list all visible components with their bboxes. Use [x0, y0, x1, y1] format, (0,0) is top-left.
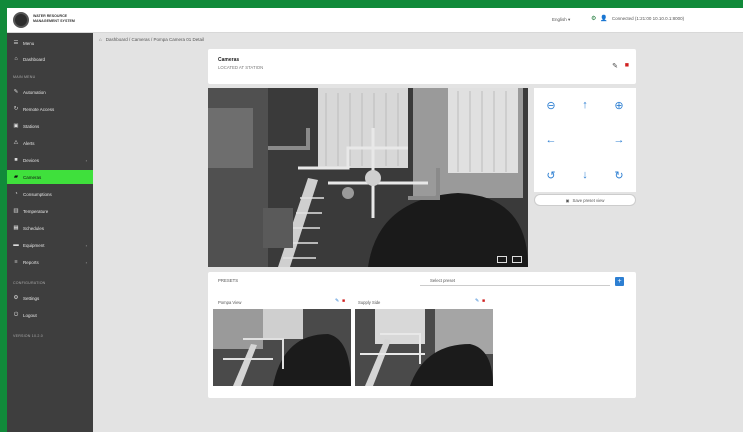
- presets-card: PRESETS Select preset + Pompa View ✎ ■ S…: [208, 272, 636, 398]
- sidebar-item-devices[interactable]: ■ Devices ›: [7, 153, 93, 167]
- preset-thumbnail-image: [355, 309, 493, 386]
- ptz-control-pad: ⊖ ↑ ⊕ ← → ↺ ↓ ↻: [534, 88, 636, 192]
- edit-icon[interactable]: ✎: [475, 298, 479, 304]
- connection-status: Connected (1:21:00 10.10.0.1:8000): [611, 16, 685, 21]
- gear-icon: ⚙: [13, 295, 19, 301]
- station-icon: ▣: [13, 123, 19, 129]
- rotate-left-icon[interactable]: ↺: [534, 158, 568, 192]
- report-icon: ≡: [14, 259, 18, 265]
- preset-label-2: Supply Side: [358, 300, 381, 305]
- delete-icon[interactable]: ■: [482, 298, 485, 304]
- app-window: WATER RESOURCE MANAGEMENT SYSTEM English…: [7, 8, 743, 432]
- sidebar-item-automation[interactable]: ✎ Automation: [7, 85, 93, 99]
- breadcrumb-text[interactable]: Dashboard / Cameras / Pompa Camera 01 De…: [106, 37, 204, 42]
- sidebar-item-alerts[interactable]: ⚠ Alerts: [7, 136, 93, 150]
- zoom-out-icon[interactable]: ⊖: [534, 88, 568, 122]
- camera-feed-image: [208, 88, 528, 267]
- camera-subtitle: LOCATED AT STATION: [218, 65, 264, 70]
- video-controls: [497, 256, 522, 263]
- edit-icon[interactable]: ✎: [612, 62, 618, 70]
- arrow-up-icon[interactable]: ↑: [568, 88, 602, 122]
- arrow-right-icon[interactable]: →: [602, 123, 636, 157]
- camera-icon: ▣: [565, 197, 570, 203]
- logout-icon: ⏻: [13, 311, 19, 318]
- wrench-icon: ✎: [13, 89, 19, 95]
- preset-thumbnail-image: [213, 309, 351, 386]
- preset-thumbnail-2[interactable]: [355, 309, 493, 386]
- sidebar-item-consumptions[interactable]: ◔ Consumptions: [7, 187, 93, 201]
- fullscreen-icon[interactable]: [512, 256, 522, 263]
- sidebar-section-main: MAIN MENU: [13, 75, 36, 79]
- breadcrumb: ⌂ Dashboard / Cameras / Pompa Camera 01 …: [99, 37, 204, 42]
- edit-icon[interactable]: ✎: [335, 298, 339, 304]
- equipment-icon: ▬: [13, 242, 19, 248]
- sidebar-item-cameras[interactable]: ▰ Cameras: [7, 170, 93, 184]
- save-preset-button[interactable]: ▣ Save preset view: [534, 194, 636, 206]
- bell-icon: ⚠: [13, 140, 19, 146]
- arrow-down-icon[interactable]: ↓: [568, 158, 602, 192]
- sidebar-item-menu[interactable]: ☰ Menu: [7, 36, 93, 50]
- sidebar-item-stations[interactable]: ▣ Stations: [7, 119, 93, 133]
- app-logo-text: WATER RESOURCE MANAGEMENT SYSTEM: [33, 14, 75, 23]
- arrow-left-icon[interactable]: ←: [534, 123, 568, 157]
- presets-label: PRESETS: [218, 278, 239, 283]
- device-icon: ■: [14, 157, 18, 163]
- chevron-right-icon: ›: [85, 259, 87, 265]
- language-selector[interactable]: English ▾: [552, 17, 570, 23]
- sidebar-item-schedules[interactable]: ▦ Schedules: [7, 221, 93, 235]
- home-icon: ⌂: [14, 56, 18, 62]
- gauge-icon: ◔: [14, 191, 18, 197]
- sidebar-version: VERSION 10.2.0: [13, 334, 43, 338]
- camera-live-feed[interactable]: [208, 88, 528, 267]
- chevron-right-icon: ›: [85, 157, 87, 163]
- preset-thumbnail-1[interactable]: [213, 309, 351, 386]
- logo-icon: [13, 12, 29, 28]
- top-bar: WATER RESOURCE MANAGEMENT SYSTEM English…: [7, 8, 743, 33]
- hamburger-icon: ☰: [13, 40, 19, 46]
- sidebar-section-config: CONFIGURATION: [13, 281, 46, 285]
- sidebar-item-settings[interactable]: ⚙ Settings: [7, 291, 93, 305]
- preset-select[interactable]: Select preset: [420, 278, 610, 286]
- camera-header-card: Cameras LOCATED AT STATION ✎ ■: [208, 49, 636, 84]
- chevron-right-icon: ›: [85, 242, 87, 248]
- sidebar-item-temperature[interactable]: ▥ Temperature: [7, 204, 93, 218]
- picture-in-picture-icon[interactable]: [497, 256, 507, 263]
- user-menu[interactable]: ⚙ 👤 Connected (1:21:00 10.10.0.1:8000): [591, 15, 684, 22]
- gear-icon[interactable]: ⚙: [591, 15, 596, 22]
- sidebar-item-logout[interactable]: ⏻ Logout: [7, 308, 93, 322]
- sidebar-item-equipment[interactable]: ▬ Equipment ›: [7, 238, 93, 252]
- sidebar-item-remote-access[interactable]: ↻ Remote Access: [7, 102, 93, 116]
- rotate-right-icon[interactable]: ↻: [602, 158, 636, 192]
- sidebar-item-reports[interactable]: ≡ Reports ›: [7, 255, 93, 269]
- user-icon: 👤: [600, 16, 608, 22]
- camera-icon: ▰: [13, 174, 19, 180]
- preset-label-1: Pompa View: [218, 300, 242, 305]
- sidebar: ☰ Menu ⌂ Dashboard MAIN MENU ✎ Automation ↻…: [7, 33, 93, 432]
- remote-icon: ↻: [13, 106, 19, 112]
- sidebar-item-dashboard[interactable]: ⌂ Dashboard: [7, 52, 93, 66]
- delete-icon[interactable]: ■: [342, 298, 345, 304]
- delete-icon[interactable]: ■: [625, 62, 629, 69]
- camera-title: Cameras: [218, 57, 240, 63]
- calendar-icon: ▦: [13, 225, 19, 231]
- home-icon[interactable]: ⌂: [99, 37, 102, 42]
- chart-icon: ▥: [13, 208, 19, 214]
- zoom-in-icon[interactable]: ⊕: [602, 88, 636, 122]
- add-preset-button[interactable]: +: [615, 277, 624, 286]
